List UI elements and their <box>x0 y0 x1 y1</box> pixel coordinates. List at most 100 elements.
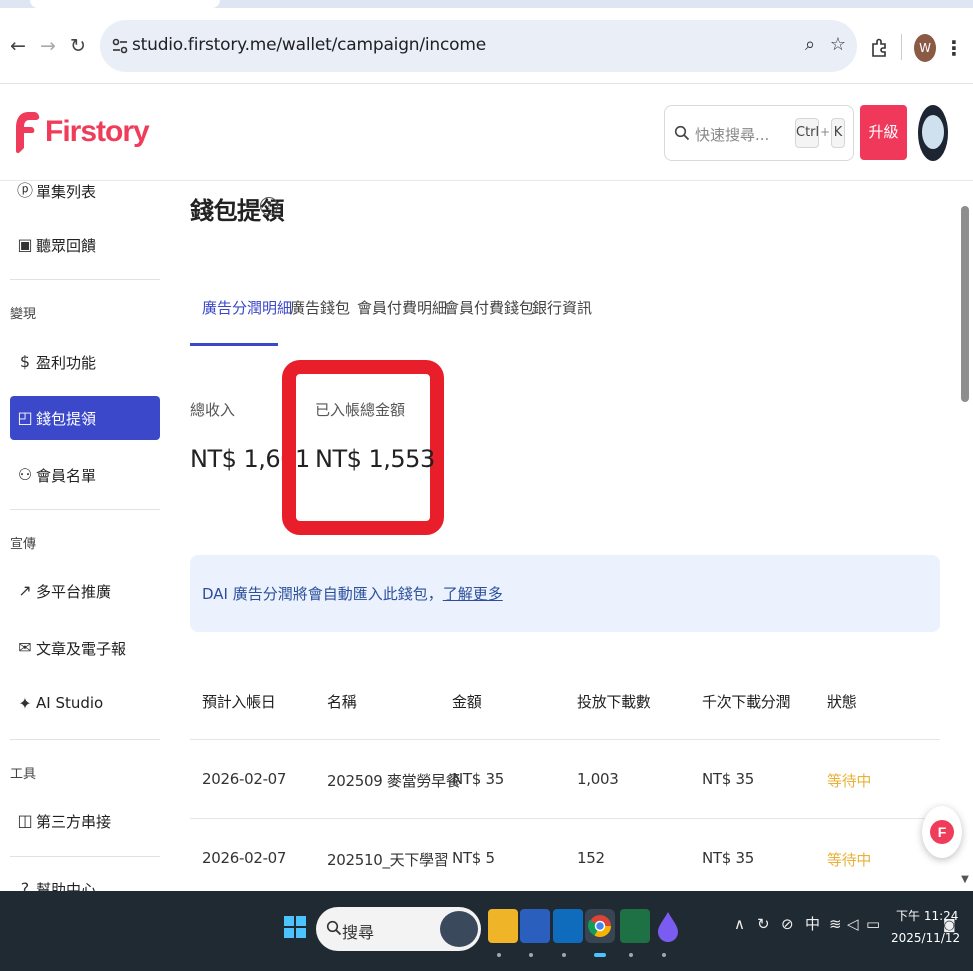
logo-text[interactable]: Firstory <box>45 115 150 149</box>
sidebar-item-episodes[interactable]: ⓟ 單集列表 <box>10 181 160 213</box>
trend-icon: ↗ <box>18 581 32 600</box>
search-placeholder: 快速搜尋... <box>695 126 770 144</box>
ime-indicator[interactable]: 中 <box>805 911 820 937</box>
tab-ad-revenue-detail[interactable]: 廣告分潤明細 <box>202 297 292 318</box>
taskbar-active-dot <box>594 953 606 957</box>
sidebar-item-multi-platform[interactable]: ↗ 多平台推廣 <box>10 569 160 613</box>
chrome-icon[interactable] <box>585 909 615 943</box>
app-header: Firstory 快速搜尋... Ctrl + K 升級 <box>0 85 973 181</box>
bell-mute-icon[interactable]: ⊘ <box>781 911 794 937</box>
sidebar-item-articles[interactable]: ✉ 文章及電子報 <box>10 626 160 670</box>
learn-more-link[interactable]: 了解更多 <box>443 585 503 603</box>
tray-overflow-icon[interactable]: ∧ <box>734 911 745 937</box>
upgrade-button[interactable]: 升級 <box>860 105 907 160</box>
back-icon[interactable]: ← <box>6 34 30 58</box>
main-content: 錢包提領 ? 廣告分潤明細 廣告錢包 會員付費明細 會員付費錢包 銀行資訊 總收… <box>176 181 958 891</box>
notification-icon[interactable]: ◙ <box>943 913 956 939</box>
members-icon: ⚇ <box>17 465 33 484</box>
tab-ad-wallet[interactable]: 廣告錢包 <box>290 297 350 318</box>
tab-membership-detail[interactable]: 會員付費明細 <box>357 297 447 318</box>
quick-search-box[interactable]: 快速搜尋... Ctrl + K <box>664 105 854 161</box>
firstory-logo-icon: F <box>930 820 954 844</box>
scroll-down-arrow-icon[interactable]: ▼ <box>958 873 972 887</box>
windows-start-icon[interactable] <box>284 911 306 943</box>
column-header: 投放下載數 <box>577 693 651 711</box>
browser-toolbar: ← → ↻ studio.firstory.me/wallet/campaign… <box>0 8 973 84</box>
banner-text: DAI 廣告分潤將會自動匯入此錢包， <box>202 585 443 603</box>
sidebar-item-help[interactable]: ? 幫助中心 <box>10 867 160 892</box>
sidebar: ⓟ 單集列表 ▣ 聽眾回饋 變現 $ 盈利功能 ◰ 錢包提領 ⚇ 會員名單 宣傳… <box>0 181 176 891</box>
search-highlight-icon <box>440 911 478 947</box>
cell-downloads: 1,003 <box>577 770 619 788</box>
cell-cpm: NT$ 35 <box>702 770 754 788</box>
volume-icon[interactable]: ◁ <box>847 911 859 937</box>
battery-icon[interactable]: ▭ <box>866 911 880 937</box>
outlook-icon[interactable] <box>553 909 583 943</box>
forward-icon[interactable]: → <box>36 34 60 58</box>
credited-total-label: 已入帳總金額 <box>315 401 406 419</box>
cell-date: 2026-02-07 <box>202 770 287 788</box>
sidebar-section-tools: 工具 <box>10 767 37 782</box>
column-header: 狀態 <box>827 693 857 711</box>
bookmark-star-icon[interactable]: ☆ <box>826 33 850 57</box>
column-header: 金額 <box>452 693 482 711</box>
search-icon <box>326 920 342 936</box>
taskbar-running-dot <box>497 953 501 957</box>
help-icon: ? <box>20 879 30 892</box>
word-icon[interactable] <box>520 909 550 943</box>
comment-icon: ▣ <box>17 235 33 254</box>
user-avatar[interactable] <box>918 105 948 161</box>
excel-icon[interactable] <box>620 909 650 943</box>
sidebar-item-members[interactable]: ⚇ 會員名單 <box>10 453 160 497</box>
sidebar-item-monetization[interactable]: $ 盈利功能 <box>10 340 160 384</box>
tab-strip <box>0 0 973 8</box>
sparkle-icon: ✦ <box>18 694 32 713</box>
sidebar-section-monetize: 變現 <box>10 307 37 322</box>
sidebar-item-integrations[interactable]: ◫ 第三方串接 <box>10 799 160 843</box>
sidebar-divider <box>10 739 160 740</box>
search-icon <box>674 125 690 141</box>
address-bar[interactable]: studio.firstory.me/wallet/campaign/incom… <box>100 20 857 72</box>
credited-total-stat: 已入帳總金額 NT$ 1,553 <box>315 399 435 473</box>
wallet-icon: ◰ <box>17 408 33 427</box>
profile-avatar[interactable]: W <box>914 34 936 62</box>
tab-bank-info[interactable]: 銀行資訊 <box>532 297 592 318</box>
column-header: 名稱 <box>327 693 357 711</box>
sidebar-divider <box>10 509 160 510</box>
sidebar-divider <box>10 279 160 280</box>
site-settings-icon[interactable] <box>108 34 132 58</box>
cell-amount: NT$ 5 <box>452 849 495 867</box>
browser-menu-icon[interactable]: ⋮ <box>944 34 964 62</box>
sidebar-item-feedback[interactable]: ▣ 聽眾回饋 <box>10 223 160 267</box>
file-explorer-icon[interactable] <box>488 909 518 943</box>
copilot-icon[interactable] <box>653 909 683 943</box>
shortcut-plus: + <box>820 125 831 139</box>
reload-icon[interactable]: ↻ <box>66 34 90 58</box>
table-row[interactable]: 2026-02-07 202510_天下學習 NT$ 5 152 NT$ 35 … <box>190 819 940 891</box>
url-text[interactable]: studio.firstory.me/wallet/campaign/incom… <box>132 35 486 55</box>
shortcut-ctrl: Ctrl <box>795 118 819 148</box>
sidebar-item-ai-studio[interactable]: ✦ AI Studio <box>10 682 160 726</box>
active-tab-indicator <box>190 343 278 346</box>
sync-icon[interactable]: ↻ <box>757 911 770 937</box>
taskbar-running-dot <box>529 953 533 957</box>
info-banner: DAI 廣告分潤將會自動匯入此錢包，了解更多 <box>190 555 940 632</box>
extensions-icon[interactable] <box>869 38 889 58</box>
firstory-logo-icon[interactable] <box>14 107 42 157</box>
sidebar-divider <box>10 856 160 857</box>
sidebar-item-wallet[interactable]: ◰ 錢包提領 <box>10 396 160 440</box>
zoom-icon[interactable]: ⌕ <box>798 33 822 57</box>
table-row[interactable]: 2026-02-07 202509 麥當勞早餐 NT$ 35 1,003 NT$… <box>190 740 940 819</box>
help-icon[interactable]: ? <box>260 197 278 215</box>
active-tab[interactable] <box>30 0 220 8</box>
scrollbar-thumb[interactable] <box>961 206 969 402</box>
total-income-stat: 總收入 NT$ 1,661 <box>190 399 310 473</box>
taskbar-search[interactable]: 搜尋 <box>316 907 481 951</box>
firstory-chat-button[interactable]: F <box>922 806 962 858</box>
tab-membership-wallet[interactable]: 會員付費錢包 <box>444 297 534 318</box>
wifi-icon[interactable]: ≋ <box>829 911 842 937</box>
cell-date: 2026-02-07 <box>202 849 287 867</box>
column-header: 千次下載分潤 <box>702 693 791 711</box>
taskbar: 搜尋 ∧ ↻ ⊘ 中 ≋ ◁ ▭ 下午 11:24 2025/11/12 ◙ <box>0 891 973 971</box>
taskbar-running-dot <box>562 953 566 957</box>
